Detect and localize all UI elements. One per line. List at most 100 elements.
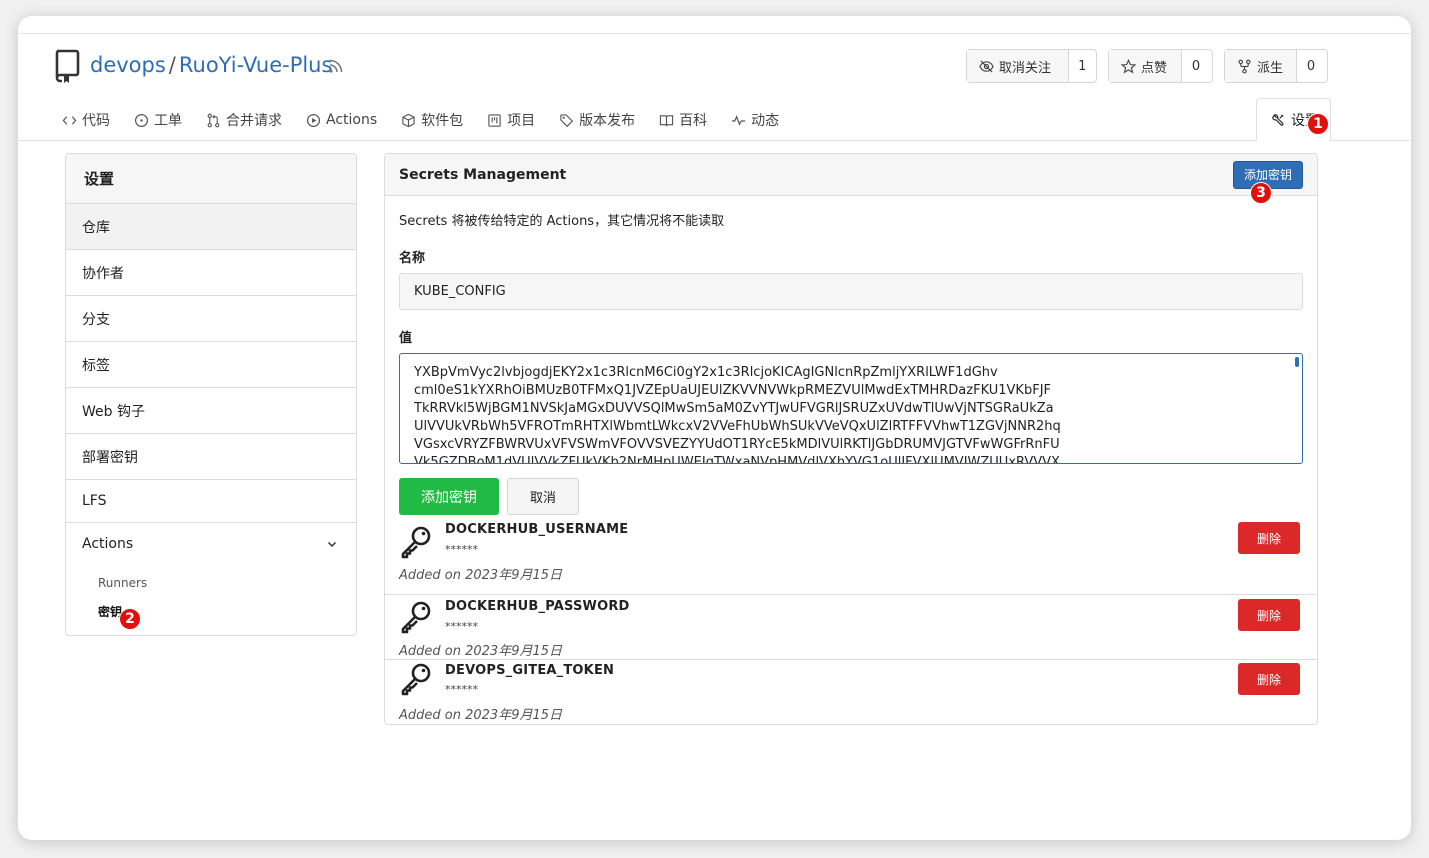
secret-value-textarea[interactable]: YXBpVmVyc2lvbjogdjEKY2x1c3RlcnM6Ci0gY2x1… (399, 353, 1303, 464)
panel-title: Secrets Management (399, 166, 567, 183)
value-line: TkRRVkl5WjBGM1NVSkJaMGxDUVVSQlMwSm5aM0Zv… (414, 401, 1054, 416)
repo-icon (55, 49, 80, 83)
repo-separator: / (168, 53, 176, 77)
play-icon (306, 113, 321, 127)
rss-icon[interactable] (328, 58, 344, 74)
eye-slash-icon (979, 59, 994, 73)
secret-name: DOCKERHUB_PASSWORD (445, 599, 630, 614)
secret-item: DOCKERHUB_USERNAME ****** Added on 2023年… (385, 520, 1317, 592)
tab-projects[interactable]: 项目 (487, 110, 535, 130)
sidebar-item-branches[interactable]: 分支 (66, 296, 356, 342)
tab-projects-label: 项目 (507, 113, 536, 129)
secret-name: DEVOPS_GITEA_TOKEN (445, 663, 615, 678)
tab-releases-label: 版本发布 (579, 113, 636, 129)
annotation-badge-3: 3 (1250, 182, 1272, 204)
tab-code-label: 代码 (82, 113, 110, 129)
unwatch-button[interactable]: 取消关注 1 (966, 49, 1097, 83)
sidebar-item-deploy-keys[interactable]: 部署密钥 (66, 434, 356, 480)
sidebar-item-webhooks[interactable]: Web 钩子 (66, 388, 356, 434)
star-icon (1121, 58, 1136, 73)
fork-count[interactable]: 0 (1297, 50, 1325, 82)
submit-secret-button[interactable]: 添加密钥 (399, 478, 499, 515)
secret-item: DEVOPS_GITEA_TOKEN ****** Added on 2023年… (385, 659, 1317, 724)
secret-mask: ****** (445, 683, 478, 696)
tab-actions-label: Actions (326, 112, 378, 128)
secret-mask: ****** (445, 543, 478, 556)
tab-releases[interactable]: 版本发布 (559, 110, 635, 130)
panel-header: Secrets Management 添加密钥 (385, 154, 1317, 196)
fork-label: 派生 (1257, 60, 1284, 76)
tab-issues-label: 工单 (154, 113, 182, 129)
key-icon (401, 601, 431, 634)
tab-activity[interactable]: 动态 (731, 110, 779, 130)
tab-activity-label: 动态 (751, 113, 780, 129)
secrets-panel: Secrets Management 添加密钥 Secrets 将被传给特定的 … (384, 153, 1318, 725)
tab-wiki-label: 百科 (679, 113, 708, 129)
sidebar-item-tags[interactable]: 标签 (66, 342, 356, 388)
value-line: VGsxcVRYZFBWRVUxVFVSWmVFOVVSVEZYYUdOT1RY… (414, 437, 1060, 452)
chevron-down-icon (327, 541, 337, 548)
secret-item: DOCKERHUB_PASSWORD ****** Added on 2023年… (385, 594, 1317, 660)
secret-added-date: Added on 2023年9月15日 (399, 644, 563, 659)
secret-name-input[interactable]: KUBE_CONFIG (399, 273, 1303, 310)
textarea-scrollbar[interactable] (1295, 357, 1299, 367)
secret-added-date: Added on 2023年9月15日 (399, 568, 563, 583)
secret-name: DOCKERHUB_USERNAME (445, 522, 629, 537)
tab-packages[interactable]: 软件包 (401, 110, 463, 130)
key-icon (401, 526, 431, 559)
key-icon (401, 663, 431, 696)
repo-owner-link[interactable]: devops (90, 53, 166, 77)
repo-title: devops / RuoYi-Vue-Plus (90, 53, 332, 77)
form-actions: 添加密钥 取消 (399, 478, 1303, 515)
top-divider (18, 33, 1411, 34)
tab-pull-requests[interactable]: 合并请求 (206, 110, 282, 130)
repo-tabs: 代码 工单 合并请求 Actions 软件包 项目 版本发布 百科 动态 (62, 110, 803, 130)
pulse-icon (732, 114, 746, 126)
sidebar-group-actions-label: Actions (82, 536, 134, 552)
annotation-badge-1: 1 (1307, 113, 1329, 135)
cancel-button[interactable]: 取消 (507, 478, 580, 515)
project-icon (488, 113, 501, 127)
sidebar-item-collaborators[interactable]: 协作者 (66, 250, 356, 296)
unwatch-label: 取消关注 (999, 60, 1052, 76)
value-line: cml0eS1kYXRhOiBMUzB0TFMxQ1JVZEpUaUJEUlZK… (414, 383, 1051, 398)
secret-added-date: Added on 2023年9月15日 (399, 708, 563, 723)
sidebar-group-actions[interactable]: Actions (66, 523, 356, 565)
value-label: 值 (399, 331, 413, 346)
tab-issues[interactable]: 工单 (134, 110, 182, 130)
delete-secret-button[interactable]: 删除 (1238, 522, 1300, 554)
delete-secret-button[interactable]: 删除 (1238, 599, 1300, 631)
value-line: YXBpVmVyc2lvbjogdjEKY2x1c3RlcnM6Ci0gY2x1… (414, 365, 998, 380)
settings-sidebar: 设置 仓库 协作者 分支 标签 Web 钩子 部署密钥 LFS Actions … (65, 153, 357, 636)
tab-pull-requests-label: 合并请求 (226, 113, 282, 129)
tab-wiki[interactable]: 百科 (659, 110, 707, 130)
sidebar-subitem-runners[interactable]: Runners (66, 569, 356, 597)
repo-name-link[interactable]: RuoYi-Vue-Plus (179, 53, 333, 77)
secret-mask: ****** (445, 620, 478, 633)
sidebar-item-repository[interactable]: 仓库 (66, 204, 356, 250)
star-count[interactable]: 0 (1182, 50, 1210, 82)
pull-request-icon (207, 113, 220, 127)
tab-packages-label: 软件包 (421, 113, 464, 129)
browser-window: devops / RuoYi-Vue-Plus 取消关注 1 点赞 0 派生 0… (18, 16, 1411, 840)
sidebar-item-lfs[interactable]: LFS (66, 480, 356, 523)
tools-icon (1272, 113, 1284, 126)
fork-button[interactable]: 派生 0 (1224, 49, 1328, 83)
tabs-divider (18, 140, 1411, 141)
name-label: 名称 (399, 251, 426, 266)
secrets-description: Secrets 将被传给特定的 Actions，其它情况将不能读取 (399, 214, 725, 229)
watch-count[interactable]: 1 (1069, 50, 1096, 82)
add-secret-form: Secrets 将被传给特定的 Actions，其它情况将不能读取 名称 KUB… (385, 196, 1317, 515)
sidebar-subitem-secrets[interactable]: 密钥 (66, 597, 356, 625)
star-label: 点赞 (1141, 60, 1168, 76)
tab-actions[interactable]: Actions (306, 112, 377, 128)
fork-icon (1238, 59, 1251, 73)
code-icon (62, 115, 77, 125)
star-button[interactable]: 点赞 0 (1108, 49, 1213, 83)
delete-secret-button[interactable]: 删除 (1238, 663, 1300, 695)
tag-icon (560, 113, 574, 127)
tab-code[interactable]: 代码 (62, 110, 110, 130)
sidebar-title: 设置 (66, 154, 356, 204)
value-line: UlVVUkVRbWh5VFROTmRHTXlWbmtLWkcxV2VVeFhU… (414, 419, 1061, 434)
package-icon (402, 113, 415, 127)
